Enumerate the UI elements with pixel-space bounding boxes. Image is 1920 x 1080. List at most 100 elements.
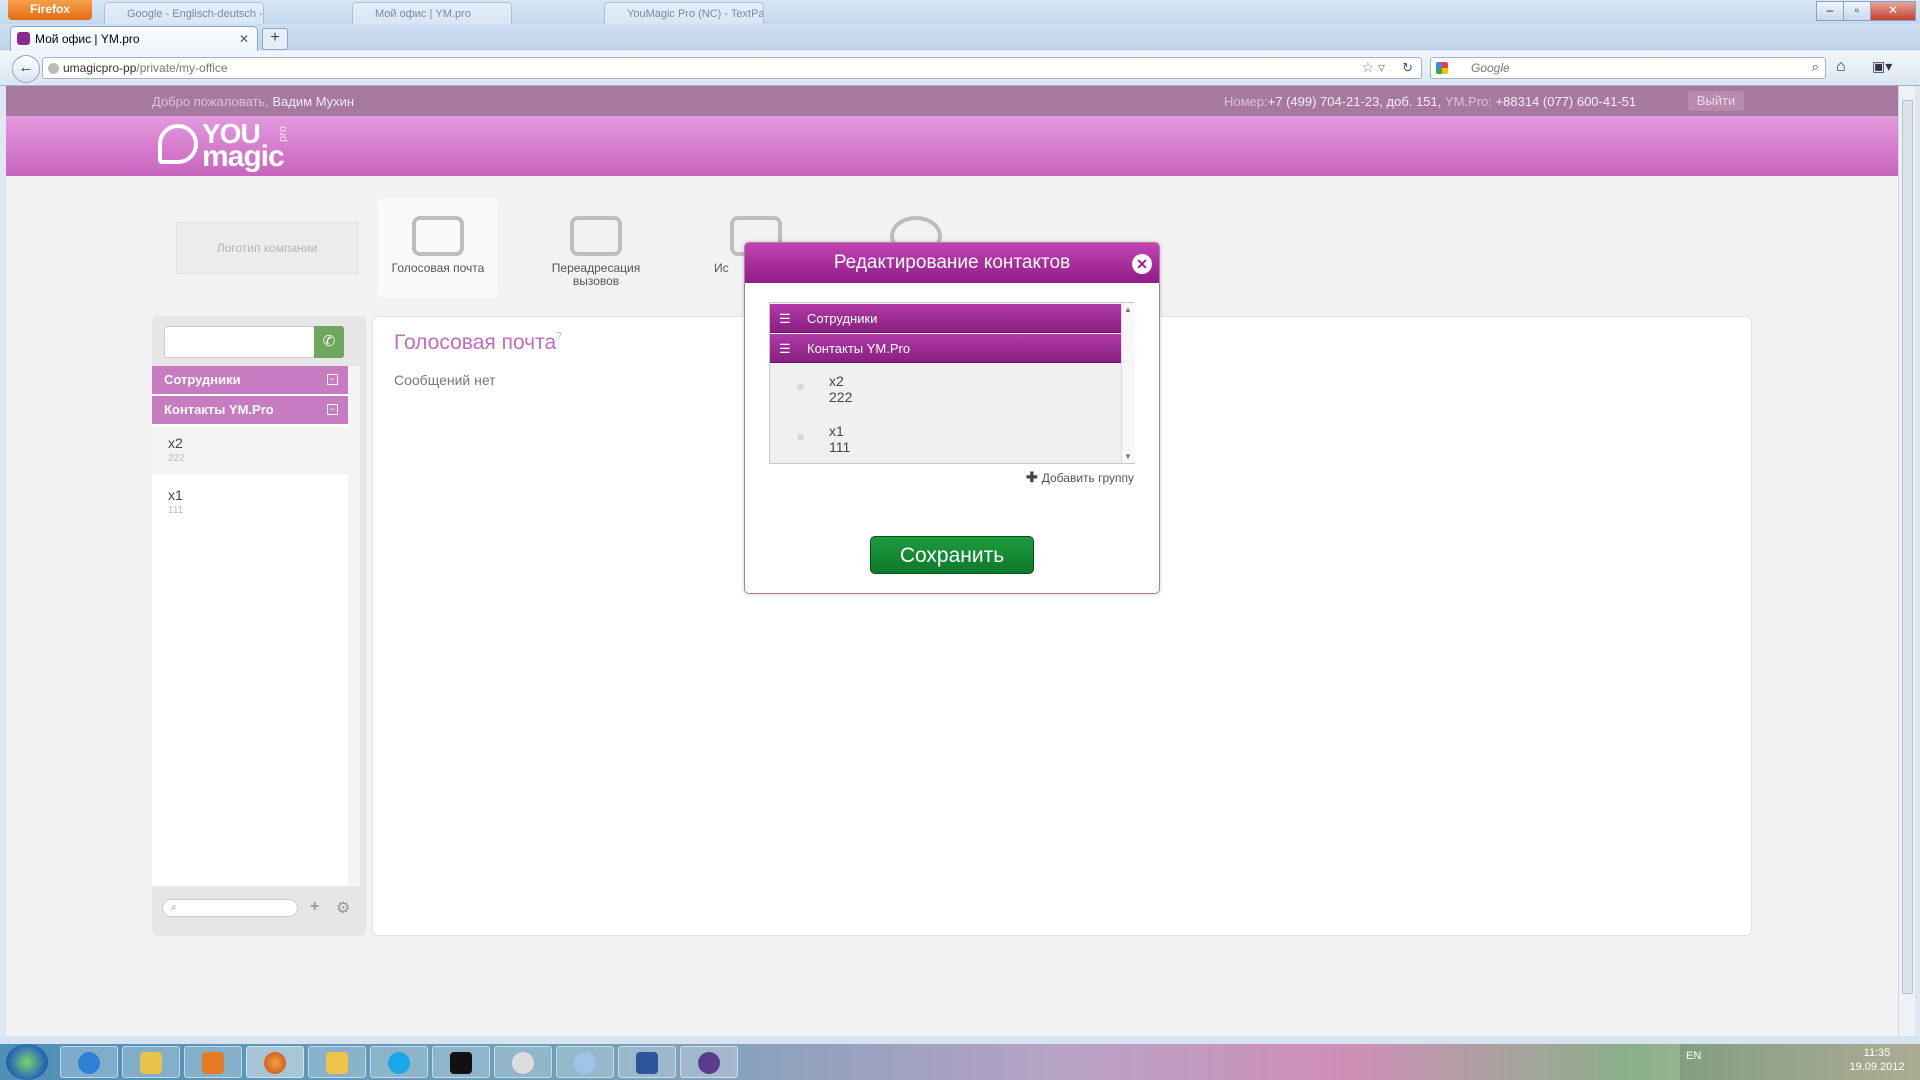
internet-explorer-icon <box>78 1052 100 1074</box>
scroll-up-icon[interactable]: ▲ <box>1124 305 1132 314</box>
maximize-button[interactable]: ▫ <box>1843 1 1871 21</box>
bird-logo-icon <box>158 124 198 164</box>
background-tab[interactable]: Google - Englisch-deutsch - Leo.Ve <box>104 2 264 24</box>
contact-name: x2 <box>829 373 844 389</box>
group-header[interactable]: Контакты YM.Pro − <box>152 396 348 424</box>
clock[interactable]: 11:35 19.09.2012 <box>1842 1046 1912 1074</box>
url-host: umagicpro-pp <box>63 61 137 75</box>
empty-message: Сообщений нет <box>394 372 496 388</box>
minimize-button[interactable]: – <box>1816 1 1844 21</box>
settings-gear-icon[interactable]: ⚙ <box>336 898 350 918</box>
new-tab-button[interactable]: + <box>262 28 288 50</box>
taskbar-finder[interactable] <box>556 1046 614 1078</box>
modal-group-row[interactable]: ☰ Контакты YM.Pro <box>770 334 1121 363</box>
tab-bar <box>0 24 1920 50</box>
page-title-text: Голосовая почта <box>394 331 557 354</box>
call-button[interactable]: ✆ <box>314 326 344 358</box>
clock-date: 19.09.2012 <box>1849 1061 1905 1073</box>
word-icon <box>636 1052 658 1074</box>
add-contact-icon[interactable]: + <box>310 898 319 916</box>
browser-statusbar <box>0 1036 1920 1044</box>
google-engine-icon[interactable] <box>1436 62 1448 74</box>
user-name: Вадим Мухин <box>272 94 355 109</box>
feature-call-forwarding[interactable]: Переадресация вызовов <box>536 198 656 298</box>
reload-icon[interactable]: ↻ <box>1402 60 1413 76</box>
modal-contact-row[interactable]: ≡ x1 111 <box>770 416 1121 464</box>
tab-active[interactable]: Мой офис | YM.pro ✕ <box>10 26 258 51</box>
contact-item[interactable]: x1 111 <box>152 478 348 526</box>
logo-magic-text: magic <box>202 140 285 173</box>
skype-icon <box>388 1052 410 1074</box>
modal-list-scrollbar[interactable]: ▲ ▼ <box>1121 303 1135 463</box>
contact-search-input[interactable]: ⌕ <box>162 899 298 917</box>
alien-app-icon <box>512 1052 534 1074</box>
site-favicon-icon <box>17 32 30 45</box>
page-viewport: Добро пожаловать, Вадим Мухин Номер:+7 (… <box>6 86 1898 1036</box>
drag-handle-icon[interactable]: ≡ <box>797 430 804 444</box>
taskbar-app[interactable] <box>494 1046 552 1078</box>
collapse-icon[interactable]: − <box>327 374 338 385</box>
site-identity-icon[interactable] <box>48 63 59 74</box>
search-placeholder: Google <box>1471 61 1510 75</box>
voicemail-icon <box>412 216 464 256</box>
taskbar-mail[interactable] <box>308 1046 366 1078</box>
contact-list-scrollbar[interactable] <box>348 366 360 886</box>
logo-pro-text: pro <box>276 126 289 142</box>
scrollbar-thumb[interactable] <box>1902 100 1913 994</box>
language-indicator[interactable]: EN <box>1686 1050 1701 1062</box>
modal-group-row[interactable]: ☰ Сотрудники <box>770 304 1121 333</box>
media-player-icon <box>202 1052 224 1074</box>
taskbar-explorer[interactable] <box>122 1046 180 1078</box>
drag-handle-icon[interactable]: ☰ <box>779 334 791 363</box>
welcome-prefix: Добро пожаловать, <box>152 94 269 109</box>
phone-number: +7 (499) 704-21-23, доб. 151, <box>1267 94 1442 109</box>
clock-time: 11:35 <box>1863 1047 1891 1059</box>
save-button[interactable]: Сохранить <box>870 536 1034 574</box>
contact-name: x2 <box>168 435 183 451</box>
close-icon[interactable]: ✕ <box>1132 254 1152 274</box>
terminal-icon <box>450 1052 472 1074</box>
help-icon[interactable]: ? <box>556 331 562 342</box>
firefox-menu-button[interactable]: Firefox <box>8 0 92 20</box>
add-group-link[interactable]: ✚ Добавить группу <box>1026 469 1134 486</box>
close-window-button[interactable]: ✕ <box>1870 1 1916 21</box>
taskbar-skype[interactable] <box>370 1046 428 1078</box>
taskbar-media[interactable] <box>184 1046 242 1078</box>
tab-title: Мой офис | YM.pro <box>35 32 140 46</box>
drag-handle-icon[interactable]: ≡ <box>797 380 804 394</box>
background-tab[interactable]: Мой офис | YM.pro <box>352 2 512 24</box>
bookmark-star-icon[interactable]: ☆ ▿ <box>1362 59 1385 76</box>
phone-info: Номер:+7 (499) 704-21-23, доб. 151, YM.P… <box>1224 94 1636 109</box>
search-icon[interactable]: ⌕ <box>1812 59 1819 75</box>
close-tab-icon[interactable]: ✕ <box>239 27 249 51</box>
taskbar-firefox[interactable] <box>246 1046 304 1078</box>
taskbar-word[interactable] <box>618 1046 676 1078</box>
company-logo-placeholder[interactable]: Логотип компании <box>176 222 358 274</box>
taskbar-ie[interactable] <box>60 1046 118 1078</box>
modal-contact-row[interactable]: ≡ x2 222 <box>770 366 1121 414</box>
search-box[interactable]: Google ⌕ <box>1430 57 1826 79</box>
taskbar-cmd[interactable] <box>432 1046 490 1078</box>
drag-handle-icon[interactable]: ☰ <box>779 304 791 333</box>
feature-label: Голосовая почта <box>391 261 485 275</box>
page-scrollbar[interactable] <box>1898 86 1915 1036</box>
contact-item[interactable]: x2 222 <box>152 426 348 474</box>
background-tab[interactable]: YouMagic Pro (NC) - TextPad <box>604 2 764 24</box>
logout-button[interactable]: Выйти <box>1688 91 1744 111</box>
dial-number-input[interactable] <box>164 326 316 358</box>
youmagic-logo[interactable]: YOU magic pro <box>152 118 302 173</box>
tools-menu-icon[interactable]: ▣▾ <box>1872 58 1892 75</box>
mail-icon <box>326 1052 348 1074</box>
feature-voicemail[interactable]: Голосовая почта <box>378 198 498 298</box>
scroll-down-icon[interactable]: ▼ <box>1124 452 1132 461</box>
home-icon[interactable]: ⌂ <box>1836 58 1846 76</box>
taskbar-eclipse[interactable] <box>680 1046 738 1078</box>
page-title: Голосовая почта? <box>394 331 562 355</box>
collapse-icon[interactable]: − <box>327 404 338 415</box>
back-button[interactable]: ← <box>12 55 40 83</box>
group-header[interactable]: Сотрудники − <box>152 366 348 394</box>
ympro-number: +88314 (077) 600-41-51 <box>1495 94 1637 109</box>
address-bar[interactable]: umagicpro-pp/private/my-office ☆ ▿ ↻ <box>42 57 1422 79</box>
start-button[interactable] <box>6 1044 48 1080</box>
feature-label: вызовов <box>572 274 620 288</box>
